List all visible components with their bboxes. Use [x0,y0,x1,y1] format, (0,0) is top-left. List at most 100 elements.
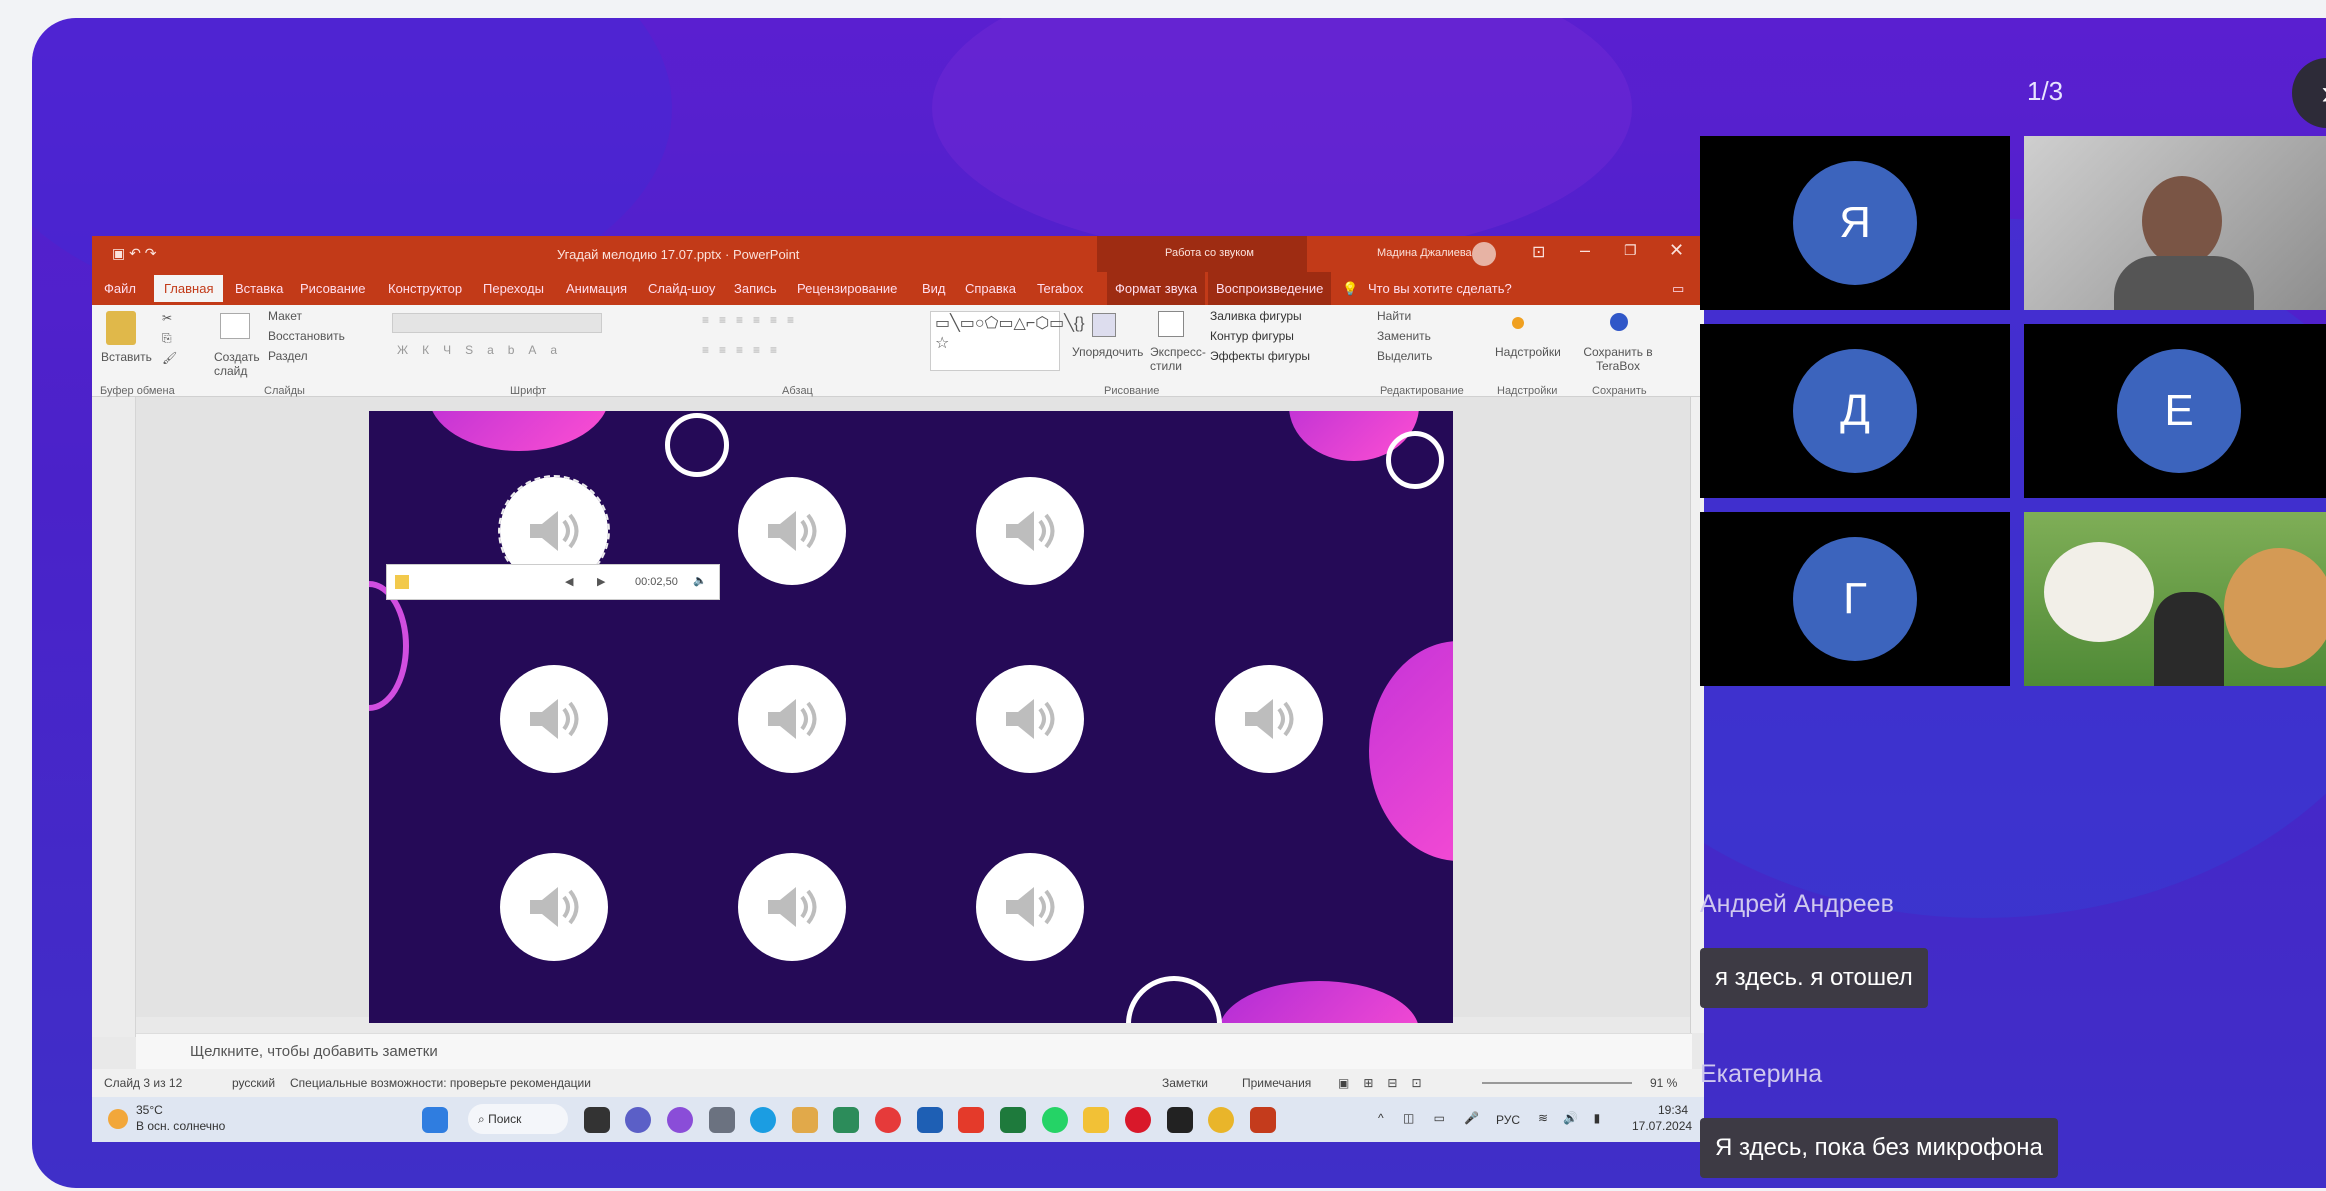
participant-tile[interactable]: Д [1700,324,2010,498]
user-avatar[interactable] [1472,242,1496,266]
shared-screen-powerpoint[interactable]: ▣ ↶ ↷ Угадай мелодию 17.07.pptx · PowerP… [92,236,1704,1142]
tab-design[interactable]: Конструктор [388,281,462,296]
audio-icon[interactable] [1215,665,1323,773]
powerpoint-icon[interactable] [1250,1107,1276,1133]
participant-tile[interactable]: Г [1700,512,2010,686]
audio-icon[interactable] [500,665,608,773]
shapes-gallery[interactable]: ▭╲▭○⬠▭△⌐⬡▭╲{}☆ [930,311,1085,371]
audio-icon[interactable] [500,853,608,961]
windows-start-icon[interactable] [422,1107,448,1133]
shape-effects-button[interactable]: Эффекты фигуры [1210,349,1310,363]
reset-button[interactable]: Восстановить [268,329,345,343]
replace-button[interactable]: Заменить [1377,329,1431,343]
close-icon[interactable]: ✕ [1669,240,1684,261]
audio-icon[interactable] [738,665,846,773]
tab-file[interactable]: Файл [104,281,136,296]
addins-icon[interactable] [1512,317,1524,329]
alice-icon[interactable] [667,1107,693,1133]
network-volume-icons[interactable]: ≋ 🔊 ▮ [1538,1111,1606,1125]
forward-icon[interactable]: ▶ [597,575,605,588]
rewind-icon[interactable]: ◀ [565,575,573,588]
align-buttons[interactable]: ≡≡≡≡≡ [702,343,787,357]
format-painter-icon[interactable]: 🖌 [162,351,177,365]
slide-3[interactable]: ◀ ▶ 00:02,50 🔈 [369,411,1453,1023]
weather-icon[interactable] [108,1109,128,1129]
tab-animations[interactable]: Анимация [566,281,627,296]
terabox-save-button[interactable]: Сохранить в TeraBox [1582,345,1654,373]
arrange-button[interactable]: Упорядочить [1072,345,1143,359]
word-icon[interactable] [917,1107,943,1133]
find-button[interactable]: Найти [1377,309,1411,323]
audio-icon[interactable] [738,853,846,961]
app-icon[interactable] [709,1107,735,1133]
teams-icon[interactable] [625,1107,651,1133]
whatsapp-icon[interactable] [1042,1107,1068,1133]
participant-tile[interactable]: Е [2024,324,2326,498]
next-page-button[interactable]: › [2292,58,2326,128]
notes-button[interactable]: Заметки [1162,1069,1208,1097]
edge-icon[interactable] [750,1107,776,1133]
tab-playback[interactable]: Воспроизведение [1208,272,1332,305]
notes-pane[interactable]: Щелкните, чтобы добавить заметки [136,1033,1692,1069]
app-icon[interactable] [833,1107,859,1133]
cut-icon[interactable]: ✂ [162,311,172,325]
section-button[interactable]: Раздел [268,349,308,363]
opera-icon[interactable] [1125,1107,1151,1133]
paragraph-buttons[interactable]: ≡≡≡≡≡≡ [702,313,804,327]
tab-audio-format[interactable]: Формат звука [1107,272,1206,305]
zoom-level[interactable]: 91 % [1650,1069,1677,1097]
tab-transitions[interactable]: Переходы [483,281,544,296]
tab-slideshow[interactable]: Слайд-шоу [648,281,715,296]
save-icon[interactable]: ▣ ↶ ↷ [112,245,156,262]
participant-tile[interactable]: Я [1700,136,2010,310]
slide-thumbnails-pane[interactable] [92,397,136,1037]
select-button[interactable]: Выделить [1377,349,1432,363]
terabox-icon[interactable] [1610,313,1628,331]
copy-icon[interactable]: ⎘ [162,331,172,346]
arrange-icon[interactable] [1092,313,1116,337]
app-icon[interactable] [875,1107,901,1133]
shape-fill-button[interactable]: Заливка фигуры [1210,309,1302,323]
tab-review[interactable]: Рецензирование [797,281,897,296]
participant-video[interactable] [2024,136,2326,310]
audio-icon[interactable] [976,665,1084,773]
language-indicator[interactable]: русский [232,1069,275,1097]
tab-help[interactable]: Справка [965,281,1016,296]
yandex-icon[interactable] [958,1107,984,1133]
excel-icon[interactable] [1000,1107,1026,1133]
layout-button[interactable]: Макет [268,309,302,323]
participant-video[interactable] [2024,512,2326,686]
explorer-icon[interactable] [1083,1107,1109,1133]
new-slide-icon[interactable] [220,313,250,339]
taskbar-search[interactable]: ⌕ Поиск [468,1104,568,1134]
task-view-icon[interactable] [584,1107,610,1133]
app-icon[interactable] [792,1107,818,1133]
tab-draw[interactable]: Рисование [300,281,365,296]
play-icon[interactable] [395,575,409,589]
tab-home[interactable]: Главная [154,275,224,302]
font-family-select[interactable] [392,313,602,333]
comments-button[interactable]: Примечания [1242,1069,1311,1097]
audio-icon[interactable] [976,477,1084,585]
addins-button[interactable]: Надстройки [1495,345,1561,359]
accessibility-status[interactable]: Специальные возможности: проверьте реком… [290,1069,591,1097]
tray-icons[interactable]: ^ ◫ ▭ 🎤 [1378,1111,1487,1125]
zoom-slider[interactable] [1482,1082,1632,1084]
tab-terabox[interactable]: Terabox [1037,281,1083,296]
tab-insert[interactable]: Вставка [235,281,283,296]
minimize-icon[interactable]: – [1580,240,1590,261]
ribbon-display-icon[interactable]: ⊡ [1532,242,1545,262]
audio-player-controls[interactable]: ◀ ▶ 00:02,50 🔈 [386,564,720,600]
tell-me-search[interactable]: Что вы хотите сделать? [1368,281,1512,296]
restore-icon[interactable]: ❐ [1624,242,1637,259]
new-slide-button[interactable]: Создать слайд [214,350,262,378]
comments-icon[interactable]: ▭ [1672,281,1684,297]
shape-outline-button[interactable]: Контур фигуры [1210,329,1294,343]
audio-icon[interactable] [738,477,846,585]
input-language[interactable]: РУС [1496,1113,1520,1127]
view-buttons[interactable]: ▣⊞⊟⊡ [1338,1069,1436,1097]
tab-record[interactable]: Запись [734,281,777,296]
audio-icon[interactable] [976,853,1084,961]
volume-icon[interactable]: 🔈 [693,574,707,587]
app-icon[interactable] [1167,1107,1193,1133]
